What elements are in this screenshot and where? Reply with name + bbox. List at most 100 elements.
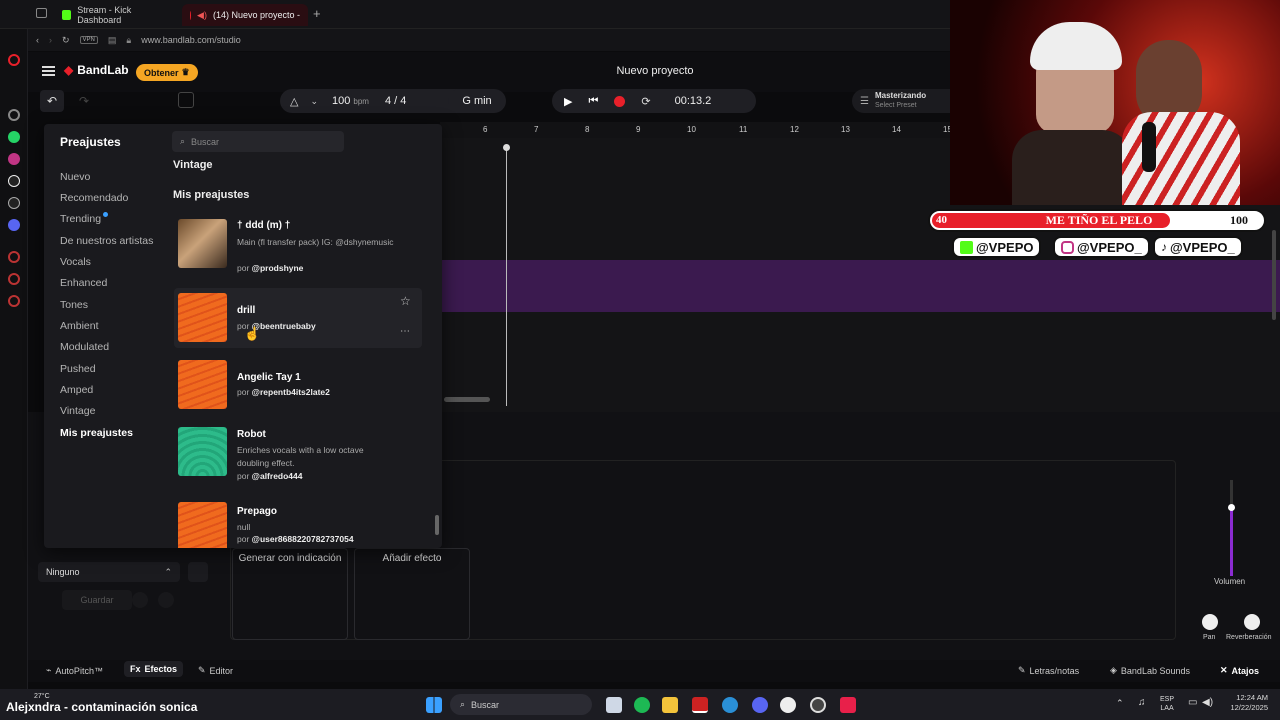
- share-icon[interactable]: [132, 592, 148, 608]
- tab-overview-icon[interactable]: [36, 8, 47, 18]
- presets-search-input[interactable]: ⌕ Buscar: [172, 131, 344, 152]
- category-tones[interactable]: Tones: [60, 299, 88, 311]
- lyrics-button[interactable]: ✎ Letras/notas: [1018, 665, 1079, 676]
- redo-icon[interactable]: ↷: [72, 90, 96, 112]
- category-enhanced[interactable]: Enhanced: [60, 277, 107, 289]
- preset-item[interactable]: Robot Enriches vocals with a low octave …: [174, 427, 422, 485]
- editor-tab[interactable]: ✎ Editor: [198, 665, 233, 676]
- pan-knob[interactable]: [1202, 614, 1218, 630]
- vpn-badge[interactable]: VPN: [79, 36, 98, 44]
- x-icon[interactable]: [8, 197, 20, 209]
- more-options-icon[interactable]: [158, 592, 174, 608]
- reverb-knob[interactable]: [1244, 614, 1260, 630]
- task-view-icon[interactable]: [606, 697, 622, 713]
- star-icon[interactable]: ☆: [400, 294, 411, 308]
- effects-tab[interactable]: Fx Efectos: [124, 661, 184, 677]
- project-title[interactable]: Nuevo proyecto: [560, 65, 750, 77]
- bandlab-sounds-button[interactable]: ◈ BandLab Sounds: [1110, 665, 1190, 676]
- add-effect-button[interactable]: Añadir efecto: [354, 548, 470, 640]
- preset-item[interactable]: Prepago null por @user8688220782737054: [174, 502, 422, 548]
- shortcuts-button[interactable]: ✕ Atajos: [1220, 665, 1259, 676]
- opera-taskbar-icon[interactable]: [692, 697, 708, 713]
- category-artists[interactable]: De nuestros artistas: [60, 235, 153, 247]
- skip-back-icon[interactable]: ⏮︎: [588, 95, 598, 108]
- discord-taskbar-icon[interactable]: [752, 697, 768, 713]
- tab-bandlab[interactable]: ◀) (14) Nuevo proyecto -: [182, 4, 308, 26]
- undo-icon[interactable]: ↶: [40, 90, 64, 112]
- weather-temp[interactable]: 27°C: [34, 693, 50, 700]
- file-explorer-icon[interactable]: [662, 697, 678, 713]
- tray-chevron-icon[interactable]: ⌃: [1116, 698, 1124, 709]
- player-icon[interactable]: [8, 273, 20, 285]
- autopitch-tab[interactable]: ⌁ AutoPitch™: [46, 665, 103, 676]
- timeline-scrollbar[interactable]: [444, 397, 490, 402]
- volume-slider[interactable]: [1228, 480, 1235, 576]
- preset-item[interactable]: Angelic Tay 1 por @repentb4its2late2: [174, 360, 422, 412]
- windows-start-icon[interactable]: [426, 697, 442, 713]
- play-icon[interactable]: ▶: [564, 95, 572, 108]
- effects-chain-select[interactable]: Ninguno ⌃: [38, 562, 180, 582]
- settings-icon[interactable]: [8, 109, 20, 121]
- clock[interactable]: 12:24 AM 12/22/2025: [1222, 693, 1268, 713]
- volume-tray-icon[interactable]: ◀): [1202, 697, 1213, 708]
- network-icon[interactable]: ▭: [1188, 697, 1197, 708]
- reader-icon[interactable]: ▤: [108, 35, 117, 46]
- time-signature[interactable]: 4 / 4: [385, 95, 406, 107]
- reload-icon[interactable]: ↻: [62, 35, 70, 46]
- spotify-icon[interactable]: [634, 697, 650, 713]
- instagram-icon[interactable]: [8, 153, 20, 165]
- bandlab-logo[interactable]: ◆ BandLab: [64, 63, 129, 77]
- category-modulated[interactable]: Modulated: [60, 341, 109, 353]
- taskbar-search[interactable]: ⌕ Buscar: [450, 694, 592, 715]
- opera-icon[interactable]: [8, 54, 20, 66]
- obs-icon[interactable]: [810, 697, 826, 713]
- playhead-handle[interactable]: [503, 144, 510, 151]
- category-trending[interactable]: Trending: [60, 213, 101, 225]
- chevron-down-icon[interactable]: ⌄: [310, 96, 318, 107]
- timeline-ruler[interactable]: 6 7 8 9 10 11 12 13 14 15: [440, 122, 952, 138]
- tab-kick-dashboard[interactable]: Stream - Kick Dashboard: [54, 4, 178, 26]
- category-vintage[interactable]: Vintage: [60, 405, 95, 417]
- obtener-button[interactable]: Obtener ♛: [136, 64, 198, 81]
- category-ambient[interactable]: Ambient: [60, 320, 99, 332]
- volume-knob[interactable]: [1228, 504, 1235, 511]
- extensions-icon[interactable]: [8, 295, 20, 307]
- forward-icon[interactable]: ›: [49, 35, 52, 45]
- url-text[interactable]: www.bandlab.com/studio: [141, 35, 241, 45]
- generate-with-prompt-button[interactable]: Generar con indicación: [232, 548, 348, 640]
- whatsapp-icon[interactable]: [8, 131, 20, 143]
- category-pushed[interactable]: Pushed: [60, 363, 96, 375]
- language-indicator[interactable]: ESP LAA: [1160, 695, 1174, 713]
- preset-item[interactable]: drill por @beentruebaby ☆ ⋯: [174, 288, 422, 348]
- category-recomendado[interactable]: Recomendado: [60, 192, 128, 204]
- tempo-value[interactable]: 100: [332, 95, 350, 107]
- metronome-icon[interactable]: △: [290, 95, 298, 108]
- presets-scroll-thumb[interactable]: [435, 515, 439, 535]
- key-selector[interactable]: G min: [448, 89, 506, 113]
- playhead[interactable]: [506, 146, 507, 406]
- history-icon[interactable]: [8, 251, 20, 263]
- vertical-scrollbar[interactable]: [1272, 230, 1276, 320]
- presets-scrollbar[interactable]: [434, 160, 440, 540]
- category-nuevo[interactable]: Nuevo: [60, 171, 90, 183]
- app-g-icon[interactable]: [780, 697, 796, 713]
- save-button[interactable]: Guardar: [62, 590, 132, 610]
- loop-icon[interactable]: ⟳: [641, 95, 650, 108]
- tool-icon[interactable]: [178, 92, 194, 108]
- category-my-presets[interactable]: Mis preajustes: [60, 427, 133, 439]
- record-icon[interactable]: [614, 95, 626, 107]
- new-tab-button[interactable]: +: [313, 6, 321, 21]
- discord-icon[interactable]: [8, 219, 20, 231]
- back-icon[interactable]: ‹: [36, 35, 39, 45]
- category-amped[interactable]: Amped: [60, 384, 93, 396]
- audio-track-region[interactable]: [440, 260, 1280, 312]
- category-vocals[interactable]: Vocals: [60, 256, 91, 268]
- mastering-button[interactable]: ☰ Masterizando Select Preset: [852, 89, 950, 113]
- edge-icon[interactable]: [722, 697, 738, 713]
- preset-item[interactable]: † ddd (m) † Main (fl transfer pack) IG: …: [174, 219, 422, 277]
- tiktok-icon[interactable]: [8, 175, 20, 187]
- microphone-icon[interactable]: ♫: [1138, 697, 1146, 708]
- fx-icon[interactable]: [188, 562, 208, 582]
- tiktok-taskbar-icon[interactable]: [840, 697, 856, 713]
- more-icon[interactable]: ⋯: [400, 326, 410, 337]
